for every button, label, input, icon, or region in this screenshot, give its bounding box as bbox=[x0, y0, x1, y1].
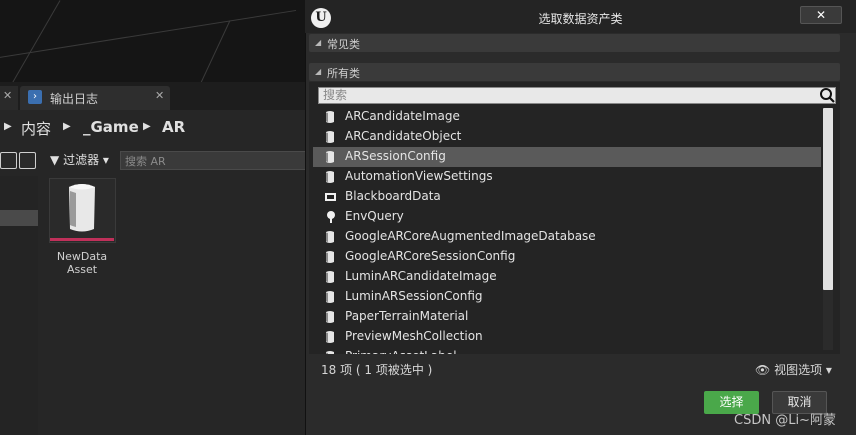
chevron-right-icon: ▶ bbox=[4, 121, 12, 132]
chevron-down-icon: ▾ bbox=[102, 153, 109, 167]
asset-name-line1: NewData bbox=[56, 250, 108, 263]
data-asset-icon bbox=[69, 184, 95, 232]
list-item[interactable]: EnvQuery bbox=[313, 207, 821, 227]
asset-type-strip bbox=[50, 238, 114, 241]
breadcrumb-content[interactable]: 内容 bbox=[21, 118, 51, 139]
list-item[interactable]: GoogleARCoreAugmentedImageDatabase bbox=[313, 227, 821, 247]
common-classes-header[interactable]: ◢ 常见类 bbox=[309, 34, 840, 52]
list-item-label: LuminARCandidateImage bbox=[345, 269, 497, 283]
list-item[interactable]: ARSessionConfig bbox=[313, 147, 821, 167]
output-log-icon: › bbox=[28, 90, 42, 104]
list-item[interactable]: LuminARSessionConfig bbox=[313, 287, 821, 307]
tab-close-icon[interactable]: ✕ bbox=[155, 89, 164, 102]
asset-icon bbox=[325, 330, 335, 344]
filter-button[interactable]: ▼ 过滤器 ▾ bbox=[50, 150, 109, 170]
list-item[interactable]: ARCandidateImage bbox=[313, 107, 821, 127]
close-button[interactable]: ✕ bbox=[800, 6, 842, 24]
asset-icon bbox=[325, 350, 335, 354]
list-item-label: ARCandidateImage bbox=[345, 109, 460, 123]
view-options-label: 视图选项 bbox=[774, 363, 823, 377]
query-icon bbox=[325, 210, 335, 224]
list-item[interactable]: PaperTerrainMaterial bbox=[313, 307, 821, 327]
collapse-arrow-icon: ◢ bbox=[315, 67, 322, 76]
list-item[interactable]: PrimaryAssetLabel bbox=[313, 347, 821, 354]
asset-icon bbox=[325, 310, 335, 324]
scrollbar-thumb[interactable] bbox=[823, 108, 833, 290]
eye-icon: 👁 bbox=[755, 363, 771, 377]
list-item-label: PrimaryAssetLabel bbox=[345, 349, 457, 354]
search-icon[interactable] bbox=[818, 87, 836, 104]
all-classes-label: 所有类 bbox=[327, 67, 360, 80]
asset-icon bbox=[325, 150, 335, 164]
chevron-down-icon: ▾ bbox=[825, 363, 832, 377]
list-item-label: ARSessionConfig bbox=[345, 149, 446, 163]
all-classes-header[interactable]: ◢ 所有类 bbox=[309, 63, 840, 81]
list-item[interactable]: BlackboardData bbox=[313, 187, 821, 207]
list-item-label: PaperTerrainMaterial bbox=[345, 309, 469, 323]
selected-folder[interactable] bbox=[0, 210, 38, 226]
list-item-label: ARCandidateObject bbox=[345, 129, 462, 143]
filter-icon: ▼ bbox=[50, 153, 60, 167]
asset-name-line2: Asset bbox=[66, 263, 98, 276]
asset-icon bbox=[325, 130, 335, 144]
breadcrumb-game[interactable]: _Game bbox=[83, 118, 139, 136]
list-item-label: PreviewMeshCollection bbox=[345, 329, 483, 343]
asset-name: NewData Asset bbox=[50, 250, 114, 276]
class-search-input[interactable]: 搜索 bbox=[318, 87, 836, 104]
asset-thumbnail[interactable] bbox=[49, 178, 116, 243]
list-item[interactable]: ARCandidateObject bbox=[313, 127, 821, 147]
blackboard-icon bbox=[325, 190, 336, 204]
list-item-label: AutomationViewSettings bbox=[345, 169, 493, 183]
asset-icon bbox=[325, 230, 335, 244]
search-toggle-icon[interactable] bbox=[0, 152, 17, 169]
list-item-label: GoogleARCoreSessionConfig bbox=[345, 249, 516, 263]
collapse-arrow-icon: ◢ bbox=[315, 38, 322, 47]
tab-output-log-label: 输出日志 bbox=[50, 92, 99, 106]
item-count: 18 项 ( 1 项被选中 ) bbox=[321, 363, 433, 377]
asset-icon bbox=[325, 270, 335, 284]
list-view-icon[interactable] bbox=[19, 152, 36, 169]
list-item[interactable]: LuminARCandidateImage bbox=[313, 267, 821, 287]
grid-line bbox=[170, 20, 231, 82]
asset-search-input[interactable]: 搜索 AR bbox=[120, 151, 306, 170]
list-item-label: LuminARSessionConfig bbox=[345, 289, 483, 303]
grid-line bbox=[0, 0, 61, 82]
watermark: CSDN @Li~阿蒙 bbox=[734, 413, 836, 428]
asset-icon bbox=[325, 290, 335, 304]
list-item[interactable]: GoogleARCoreSessionConfig bbox=[313, 247, 821, 267]
filter-label: 过滤器 bbox=[63, 153, 100, 167]
list-item-label: BlackboardData bbox=[345, 189, 441, 203]
list-item[interactable]: AutomationViewSettings bbox=[313, 167, 821, 187]
breadcrumb-ar[interactable]: AR bbox=[162, 118, 185, 136]
list-item-label: EnvQuery bbox=[345, 209, 404, 223]
asset-icon bbox=[325, 110, 335, 124]
view-options-button[interactable]: 👁 视图选项 ▾ bbox=[755, 361, 832, 378]
dialog-title: 选取数据资产类 bbox=[538, 12, 623, 26]
list-item-label: GoogleARCoreAugmentedImageDatabase bbox=[345, 229, 596, 243]
grid-line bbox=[0, 9, 297, 61]
chevron-right-icon: ▶ bbox=[63, 121, 71, 132]
asset-icon bbox=[325, 170, 335, 184]
list-item[interactable]: PreviewMeshCollection bbox=[313, 327, 821, 347]
tab-previous-close-icon[interactable]: ✕ bbox=[3, 89, 12, 102]
common-classes-label: 常见类 bbox=[327, 38, 360, 51]
chevron-right-icon: ▶ bbox=[143, 121, 151, 132]
asset-icon bbox=[325, 250, 335, 264]
